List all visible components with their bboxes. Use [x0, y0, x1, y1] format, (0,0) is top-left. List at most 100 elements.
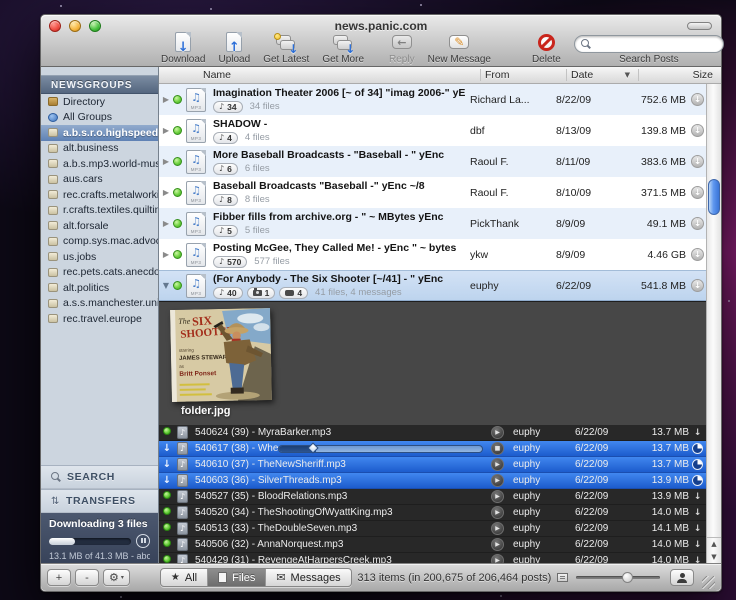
scroll-down-button[interactable]: ▼: [707, 551, 721, 564]
file-row[interactable]: ♪ 540520 (34) - TheShootingOfWyattKing.m…: [159, 505, 706, 521]
window-titlebar[interactable]: news.panic.com: [41, 15, 721, 36]
segment-files-selected[interactable]: Files: [207, 569, 266, 586]
download-post-button[interactable]: ↓: [691, 124, 704, 137]
disclosure-triangle-icon[interactable]: ▶: [159, 188, 173, 197]
newsgroups-section-header[interactable]: NEWSGROUPS: [41, 75, 158, 94]
download-post-button[interactable]: ↓: [691, 279, 704, 292]
get-more-button[interactable]: ↓ Get More: [322, 33, 364, 65]
slider-knob[interactable]: [622, 572, 634, 583]
download-file-icon[interactable]: ↓: [689, 507, 706, 518]
play-button[interactable]: ▶: [491, 474, 504, 487]
column-header-date[interactable]: Date ▼: [566, 69, 638, 81]
download-file-icon[interactable]: ↓: [689, 427, 706, 438]
column-header-name[interactable]: Name: [159, 69, 480, 81]
delete-button[interactable]: Delete: [532, 31, 561, 65]
download-post-button[interactable]: ↓: [691, 248, 704, 261]
row-size-slider[interactable]: [576, 572, 660, 583]
download-file-icon[interactable]: ↓: [689, 523, 706, 534]
sidebar-item-newsgroup[interactable]: rec.travel.europe: [41, 311, 158, 327]
preview-thumbnail-folder-jpg[interactable]: The SIX SHOOTER starring JAMES STEWART a…: [170, 307, 272, 403]
table-row-selected-expanded[interactable]: ▼ ♫ MP3 (For Anybody - The Six Shooter [~…: [159, 270, 706, 301]
sidebar-item-newsgroup[interactable]: alt.business: [41, 141, 158, 157]
user-button[interactable]: [670, 569, 694, 586]
search-section-header[interactable]: SEARCH: [41, 465, 158, 489]
sidebar-item-newsgroup[interactable]: r.crafts.textiles.quilting: [41, 203, 158, 219]
file-row[interactable]: ♪ 540527 (35) - BloodRelations.mp3 ▶ eup…: [159, 489, 706, 505]
sidebar-item-newsgroup[interactable]: comp.sys.mac.advocacy: [41, 234, 158, 250]
file-row[interactable]: ♪ 540624 (39) - MyraBarker.mp3 ▶ euphy 6…: [159, 425, 706, 441]
vertical-scrollbar[interactable]: ▲ ▼: [706, 84, 721, 563]
file-row-selected-downloading[interactable]: ↓ ♪ 540617 (38) - WhenTheShoeDoesn'tFit.…: [159, 441, 706, 457]
download-button[interactable]: ↓ Download: [161, 31, 205, 65]
segment-messages[interactable]: ✉ Messages: [265, 569, 350, 586]
disclosure-triangle-icon[interactable]: ▶: [159, 219, 173, 228]
reply-icon: ←: [391, 31, 412, 53]
download-file-icon[interactable]: ↓: [689, 491, 706, 502]
get-latest-button[interactable]: ↓ Get Latest: [263, 33, 309, 65]
reply-button[interactable]: ← Reply: [389, 31, 415, 65]
download-progress-slider[interactable]: [278, 442, 483, 454]
file-row[interactable]: ♪ 540513 (33) - TheDoubleSeven.mp3 ▶ eup…: [159, 521, 706, 537]
sidebar-item-newsgroup[interactable]: a.b.s.mp3.world-music: [41, 156, 158, 172]
scrollbar-thumb[interactable]: [708, 179, 720, 215]
sidebar-item-newsgroup[interactable]: aus.cars: [41, 172, 158, 188]
play-button[interactable]: ▶: [491, 538, 504, 551]
transfers-section-header[interactable]: ⇅ TRANSFERS: [41, 489, 158, 513]
download-post-button[interactable]: ↓: [691, 155, 704, 168]
resize-grip[interactable]: [702, 576, 715, 589]
table-row[interactable]: ▶ ♫ MP3 Baseball Broadcasts "Baseball -" …: [159, 177, 706, 208]
toolbar-toggle-pill[interactable]: [687, 22, 712, 30]
file-row-selected-downloading[interactable]: ↓ ♪ 540603 (36) - SilverThreads.mp3 ▶ eu…: [159, 473, 706, 489]
play-button[interactable]: ▶: [491, 522, 504, 535]
new-message-button[interactable]: ✎ New Message: [428, 31, 491, 65]
play-button[interactable]: ▶: [491, 554, 504, 563]
add-button[interactable]: +: [47, 569, 71, 586]
sidebar-item-newsgroup[interactable]: rec.pets.cats.anecdotes: [41, 265, 158, 281]
disclosure-triangle-icon[interactable]: ▶: [159, 95, 173, 104]
sidebar-item-newsgroup[interactable]: alt.forsale: [41, 218, 158, 234]
upload-button[interactable]: ↑ Upload: [218, 31, 250, 65]
download-file-icon[interactable]: ↓: [689, 539, 706, 550]
pause-button[interactable]: [136, 534, 150, 548]
svg-text:Britt Ponset: Britt Ponset: [179, 370, 217, 378]
sidebar-item-newsgroup[interactable]: a.s.s.manchester.united: [41, 296, 158, 312]
download-post-button[interactable]: ↓: [691, 93, 704, 106]
file-row[interactable]: ♪ 540429 (31) - RevengeAtHarpersCreek.mp…: [159, 553, 706, 563]
play-button[interactable]: ▶: [491, 458, 504, 471]
file-row-selected-downloading[interactable]: ↓ ♪ 540610 (37) - TheNewSheriff.mp3 ▶ eu…: [159, 457, 706, 473]
disclosure-triangle-icon[interactable]: ▶: [159, 250, 173, 259]
play-button[interactable]: ▶: [491, 426, 504, 439]
table-row[interactable]: ▶ ♫ MP3 Fibber fills from archive.org - "…: [159, 208, 706, 239]
action-menu-button[interactable]: ⚙ ▾: [103, 569, 130, 586]
table-row[interactable]: ▶ ♫ MP3 Posting McGee, They Called Me! - …: [159, 239, 706, 270]
column-header-size[interactable]: Size: [638, 69, 721, 81]
table-row[interactable]: ▶ ♫ MP3 SHADOW - ♪ 4 4 files dbf 8/13/09 13…: [159, 115, 706, 146]
download-post-button[interactable]: ↓: [691, 186, 704, 199]
column-header-from[interactable]: From: [480, 69, 566, 81]
search-label: Search Posts: [619, 54, 679, 65]
download-file-icon[interactable]: ↓: [689, 555, 706, 563]
search-input[interactable]: [590, 38, 711, 50]
file-row[interactable]: ♪ 540506 (32) - AnnaNorquest.mp3 ▶ euphy…: [159, 537, 706, 553]
play-button[interactable]: ▶: [491, 506, 504, 519]
sidebar-item-newsgroup[interactable]: rec.crafts.metalworking: [41, 187, 158, 203]
table-row[interactable]: ▶ ♫ MP3 More Baseball Broadcasts - "Baseb…: [159, 146, 706, 177]
sidebar-item-newsgroup-selected[interactable]: a.b.s.r.o.highspeed: [41, 125, 158, 141]
sidebar-item-newsgroup[interactable]: us.jobs: [41, 249, 158, 265]
sidebar-item-newsgroup[interactable]: alt.politics: [41, 280, 158, 296]
row-size-small-icon[interactable]: [557, 573, 568, 582]
sidebar-item-all-groups[interactable]: All Groups: [41, 110, 158, 126]
sidebar-item-directory[interactable]: Directory: [41, 94, 158, 110]
play-button[interactable]: ▶: [491, 490, 504, 503]
disclosure-triangle-icon[interactable]: ▶: [159, 157, 173, 166]
segment-all[interactable]: ★ All: [161, 569, 207, 586]
download-post-button[interactable]: ↓: [691, 217, 704, 230]
disclosure-triangle-icon[interactable]: ▼: [159, 281, 173, 290]
stop-button[interactable]: ■: [491, 442, 504, 455]
scroll-up-button[interactable]: ▲: [707, 538, 721, 551]
table-row[interactable]: ▶ ♫ MP3 Imagination Theater 2006 [~ of 34…: [159, 84, 706, 115]
disclosure-triangle-icon[interactable]: ▶: [159, 126, 173, 135]
date-cell: 8/22/09: [556, 93, 592, 106]
search-field[interactable]: [573, 35, 724, 53]
remove-button[interactable]: -: [75, 569, 99, 586]
